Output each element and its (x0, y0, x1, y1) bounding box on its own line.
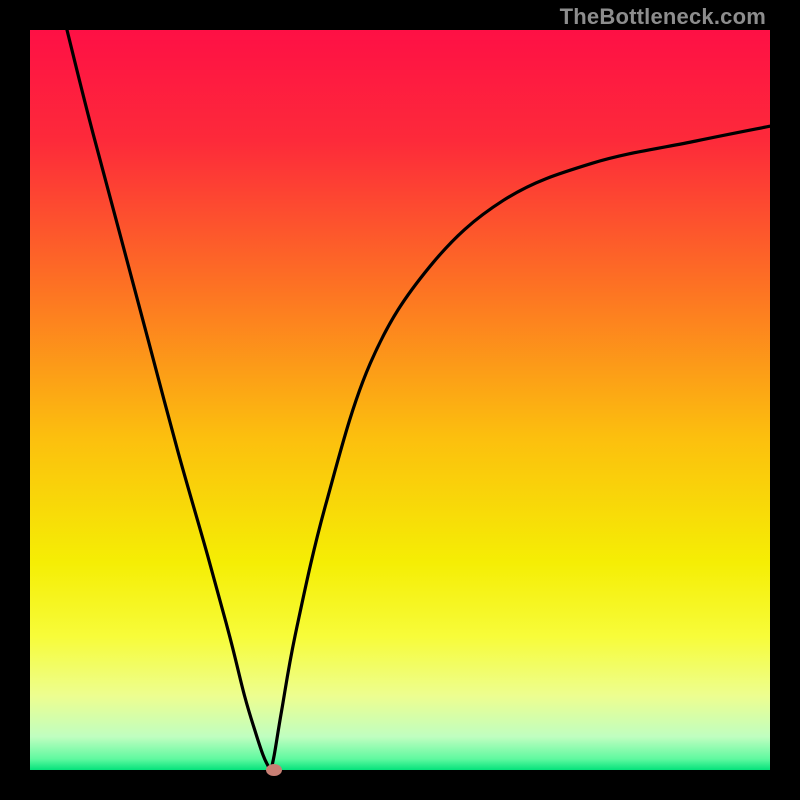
watermark-text: TheBottleneck.com (560, 4, 766, 30)
min-point-marker (266, 764, 282, 776)
chart-plot-area (30, 30, 770, 770)
bottleneck-curve (30, 30, 770, 770)
